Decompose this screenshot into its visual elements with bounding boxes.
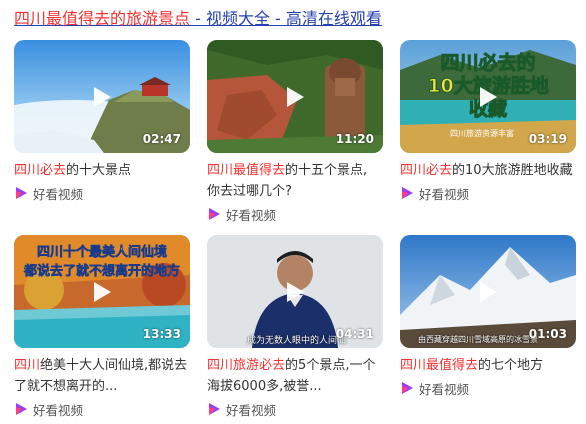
video-title[interactable]: 四川最值得去的七个地方 [400,355,576,376]
video-card[interactable]: 11:20 四川最值得去的十五个景点, 你去过哪几个? 好看视频 [207,40,383,223]
video-thumbnail[interactable]: 成为无数人眼中的人间仙 04:31 [207,235,383,348]
title-text: 的10大旅游胜地收藏 [452,163,573,178]
video-source[interactable]: 好看视频 [207,400,383,418]
title-highlight: 四川最值得去 [400,358,479,373]
play-icon [287,87,304,107]
video-card[interactable]: 由西藏穿越四川雪域高原的冰雪景 01:03 四川最值得去的七个地方 好看视频 [400,235,576,397]
video-duration: 01:03 [528,327,567,341]
search-result-header: 四川最值得去的旅游景点 - 视频大全 - 高清在线观看 [14,8,574,32]
title-text: 的5个景点,一个 [285,358,376,373]
title-highlight: 四川最值得去 [207,163,286,178]
video-thumbnail[interactable]: 四川必去的 10大旅游胜地 收藏 四川旅游资源丰富 03:19 [400,40,576,153]
thumbnail-overlay-subtext: 四川旅游资源丰富 [450,129,514,138]
play-icon [480,282,497,302]
source-label: 好看视频 [226,207,277,223]
video-card[interactable]: 02:47 四川必去的十大景点 好看视频 [14,40,190,202]
source-label: 好看视频 [33,402,84,418]
video-thumbnail[interactable]: 11:20 [207,40,383,153]
video-thumbnail[interactable]: 四川十个最美人间仙境 都说去了就不想离开的地方 13:33 [14,235,190,348]
title-text: 的七个地方 [478,358,544,373]
play-icon [480,87,497,107]
title-text: 的十大景点 [66,163,132,178]
title-highlight: 四川 [14,163,41,178]
play-icon [94,282,111,302]
video-duration: 11:20 [335,132,374,146]
video-duration: 04:31 [335,327,374,341]
result-title-highlight: 四川最值得去的旅游景点 [14,9,191,28]
video-source[interactable]: 好看视频 [14,184,190,202]
video-duration: 02:47 [142,132,181,146]
haokan-logo-icon [402,187,413,199]
video-card[interactable]: 四川十个最美人间仙境 都说去了就不想离开的地方 13:33 四川绝美十大人间仙境… [14,235,190,418]
video-title[interactable]: 四川旅游必去的5个景点,一个海拔6000多,被誉... [207,355,383,397]
title-text: 海拔6000多,被誉... [207,379,322,394]
thumbnail-overlay-text: 由西藏穿越四川雪域高原的冰雪景 [418,335,538,344]
video-source[interactable]: 好看视频 [400,184,576,202]
title-highlight: 四川 [207,358,234,373]
haokan-logo-icon [209,208,220,220]
haokan-logo-icon [209,403,220,415]
play-icon [94,87,111,107]
title-highlight: 四川 [14,358,41,373]
video-title[interactable]: 四川绝美十大人间仙境,都说去了就不想离开的... [14,355,190,397]
video-title[interactable]: 四川必去的10大旅游胜地收藏 [400,160,576,181]
title-text: 的十五个景点, [285,163,368,178]
video-source[interactable]: 好看视频 [14,400,190,418]
thumbnail-overlay-text: 成为无数人眼中的人间仙 [247,336,347,346]
haokan-logo-icon [402,382,413,394]
video-source[interactable]: 好看视频 [400,379,576,397]
result-title-link[interactable]: 四川最值得去的旅游景点 - 视频大全 - 高清在线观看 [14,9,382,28]
thumbnail-overlay-text: 四川十个最美人间仙境 都说去了就不想离开的地方 [23,245,181,280]
title-text: 绝美十大人间仙境,都说去 [40,358,188,373]
source-label: 好看视频 [226,402,277,418]
title-highlight: 必去 [426,163,453,178]
source-label: 好看视频 [33,186,84,202]
source-label: 好看视频 [419,381,470,397]
video-title[interactable]: 四川最值得去的十五个景点, 你去过哪几个? [207,160,383,202]
video-thumbnail[interactable]: 02:47 [14,40,190,153]
source-label: 好看视频 [419,186,470,202]
haokan-logo-icon [16,187,27,199]
video-card[interactable]: 四川必去的 10大旅游胜地 收藏 四川旅游资源丰富 03:19 四川必去的10大… [400,40,576,202]
title-highlight: 必去 [40,163,67,178]
result-title-suffix: - 视频大全 - 高清在线观看 [190,9,382,28]
title-text: 了就不想离开的... [14,379,118,394]
title-highlight: 四川 [400,163,427,178]
video-duration: 13:33 [142,327,181,341]
haokan-logo-icon [16,403,27,415]
video-thumbnail[interactable]: 由西藏穿越四川雪域高原的冰雪景 01:03 [400,235,576,348]
title-text: 你去过哪几个? [207,184,292,199]
title-highlight: 旅游 [233,358,260,373]
video-card[interactable]: 成为无数人眼中的人间仙 04:31 四川旅游必去的5个景点,一个海拔6000多,… [207,235,383,418]
play-icon [287,282,304,302]
video-source[interactable]: 好看视频 [207,205,383,223]
title-highlight: 必去 [259,358,286,373]
video-duration: 03:19 [528,132,567,146]
video-title[interactable]: 四川必去的十大景点 [14,160,190,181]
